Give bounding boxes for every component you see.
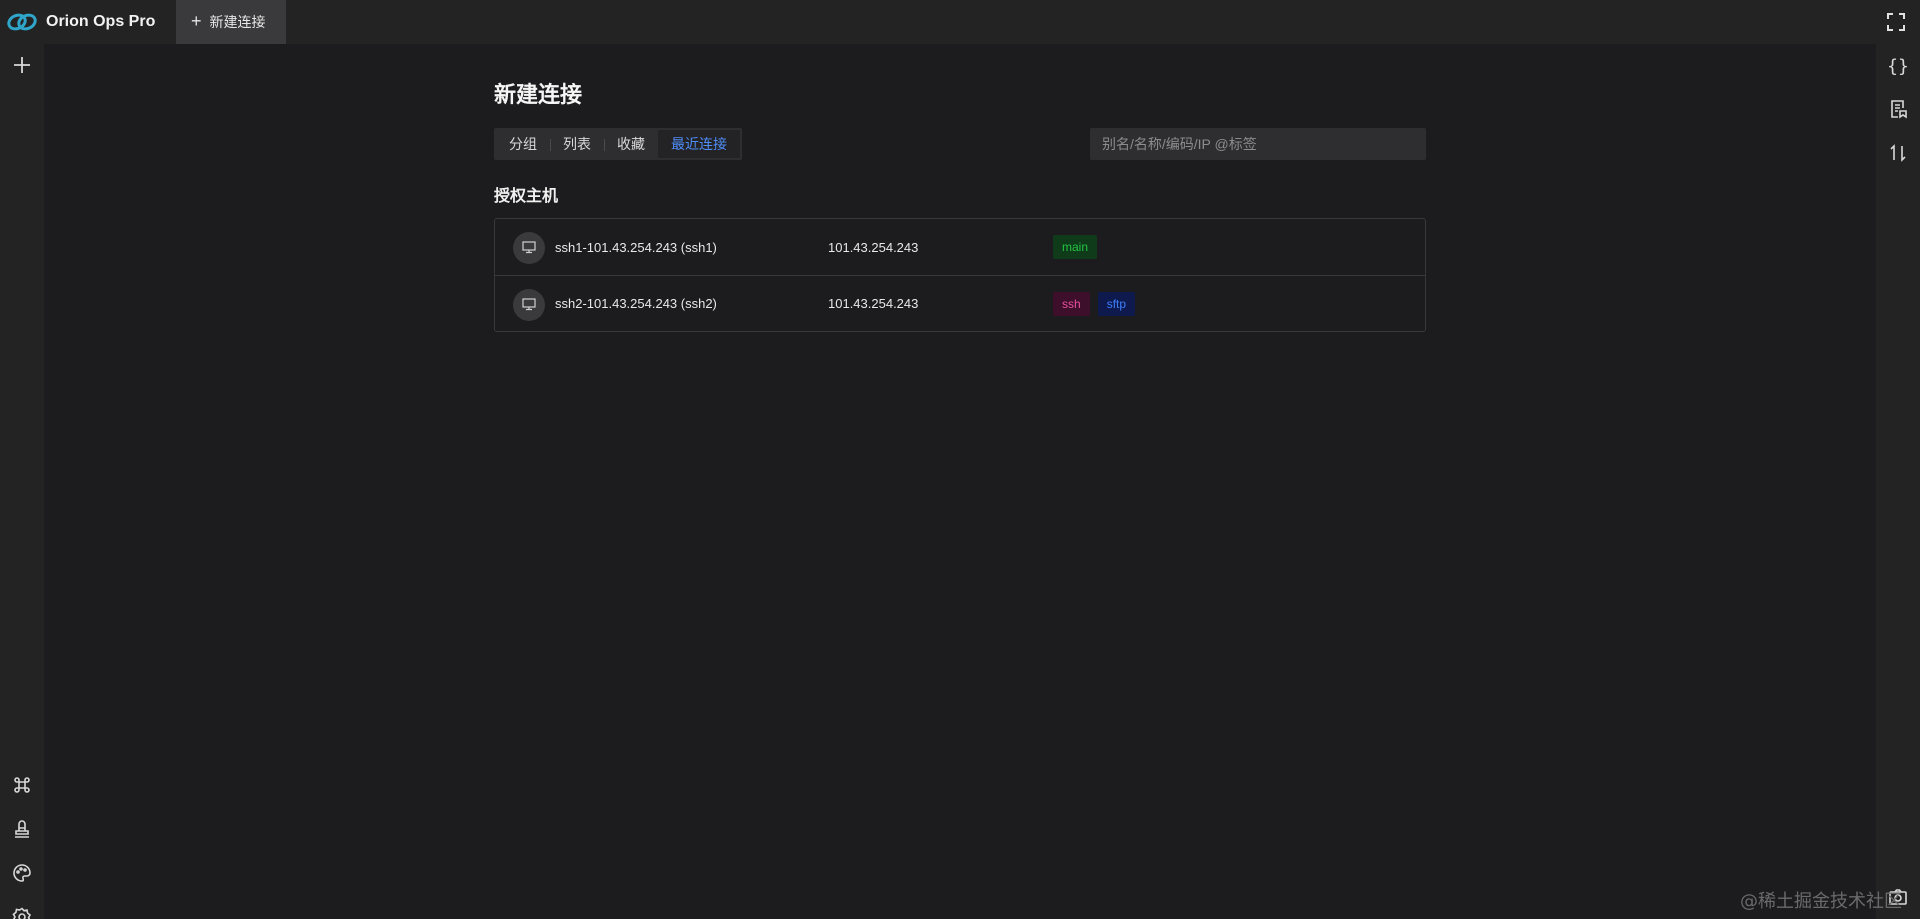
- palette-icon: [12, 863, 32, 886]
- transfer-icon: [1888, 143, 1908, 166]
- host-address: 101.43.254.243: [828, 296, 919, 311]
- gear-icon: [12, 906, 32, 919]
- tab-label: 新建连接: [209, 14, 266, 30]
- host-row[interactable]: ssh1-101.43.254.243 (ssh1) 101.43.254.24…: [495, 219, 1425, 275]
- app-name: Orion Ops Pro: [46, 13, 156, 30]
- path-bookmark-button[interactable]: [1876, 90, 1920, 130]
- host-tags: main: [1053, 235, 1098, 259]
- top-bar: Orion Ops Pro + 新建连接: [0, 0, 1920, 44]
- host-avatar: [513, 232, 545, 264]
- search-input[interactable]: [1090, 128, 1426, 160]
- left-sidebar: [0, 44, 44, 919]
- tab-group[interactable]: 分组: [496, 130, 550, 158]
- host-name: ssh2-101.43.254.243 (ssh2): [555, 296, 717, 311]
- view-tabs: 分组 列表 收藏 最近连接: [494, 128, 742, 160]
- command-button[interactable]: [0, 766, 44, 806]
- tag-main: main: [1053, 235, 1098, 259]
- watermark: @稀土掘金技术社区: [1740, 891, 1902, 912]
- settings-button[interactable]: [0, 898, 44, 919]
- snippets-button[interactable]: {}: [1876, 46, 1920, 86]
- host-avatar: [513, 289, 545, 321]
- tag-ssh: ssh: [1053, 291, 1090, 316]
- host-name: ssh1-101.43.254.243 (ssh1): [555, 239, 717, 255]
- host-list: ssh1-101.43.254.243 (ssh1) 101.43.254.24…: [494, 218, 1426, 332]
- fullscreen-icon[interactable]: [1886, 12, 1906, 32]
- right-sidebar: {}: [1876, 44, 1920, 919]
- desktop-icon: [522, 297, 536, 314]
- host-address: 101.43.254.243: [828, 239, 919, 255]
- theme-button[interactable]: [0, 854, 44, 894]
- section-title: 授权主机: [494, 188, 559, 205]
- command-icon: [12, 775, 32, 798]
- braces-icon: {}: [1887, 55, 1909, 77]
- document-icon: [1888, 99, 1908, 122]
- tab-list[interactable]: 列表: [550, 130, 604, 158]
- tag-sftp: sftp: [1097, 291, 1136, 316]
- stamp-button[interactable]: [0, 810, 44, 850]
- tab-new-connection[interactable]: + 新建连接: [176, 0, 286, 44]
- tab-recent[interactable]: 最近连接: [658, 130, 740, 158]
- host-row[interactable]: ssh2-101.43.254.243 (ssh2) 101.43.254.24…: [495, 275, 1425, 331]
- transfer-list-button[interactable]: [1876, 134, 1920, 174]
- stamp-icon: [12, 819, 32, 842]
- tab-favorites[interactable]: 收藏: [604, 130, 658, 158]
- plus-icon: +: [191, 11, 202, 31]
- desktop-icon: [522, 240, 536, 257]
- add-connection-button[interactable]: [0, 46, 44, 86]
- orion-logo-icon: [6, 11, 38, 33]
- plus-icon: [12, 55, 32, 78]
- host-tags: ssh sftp: [1053, 291, 1136, 316]
- page-title: 新建连接: [494, 82, 583, 107]
- brand: Orion Ops Pro: [0, 0, 176, 44]
